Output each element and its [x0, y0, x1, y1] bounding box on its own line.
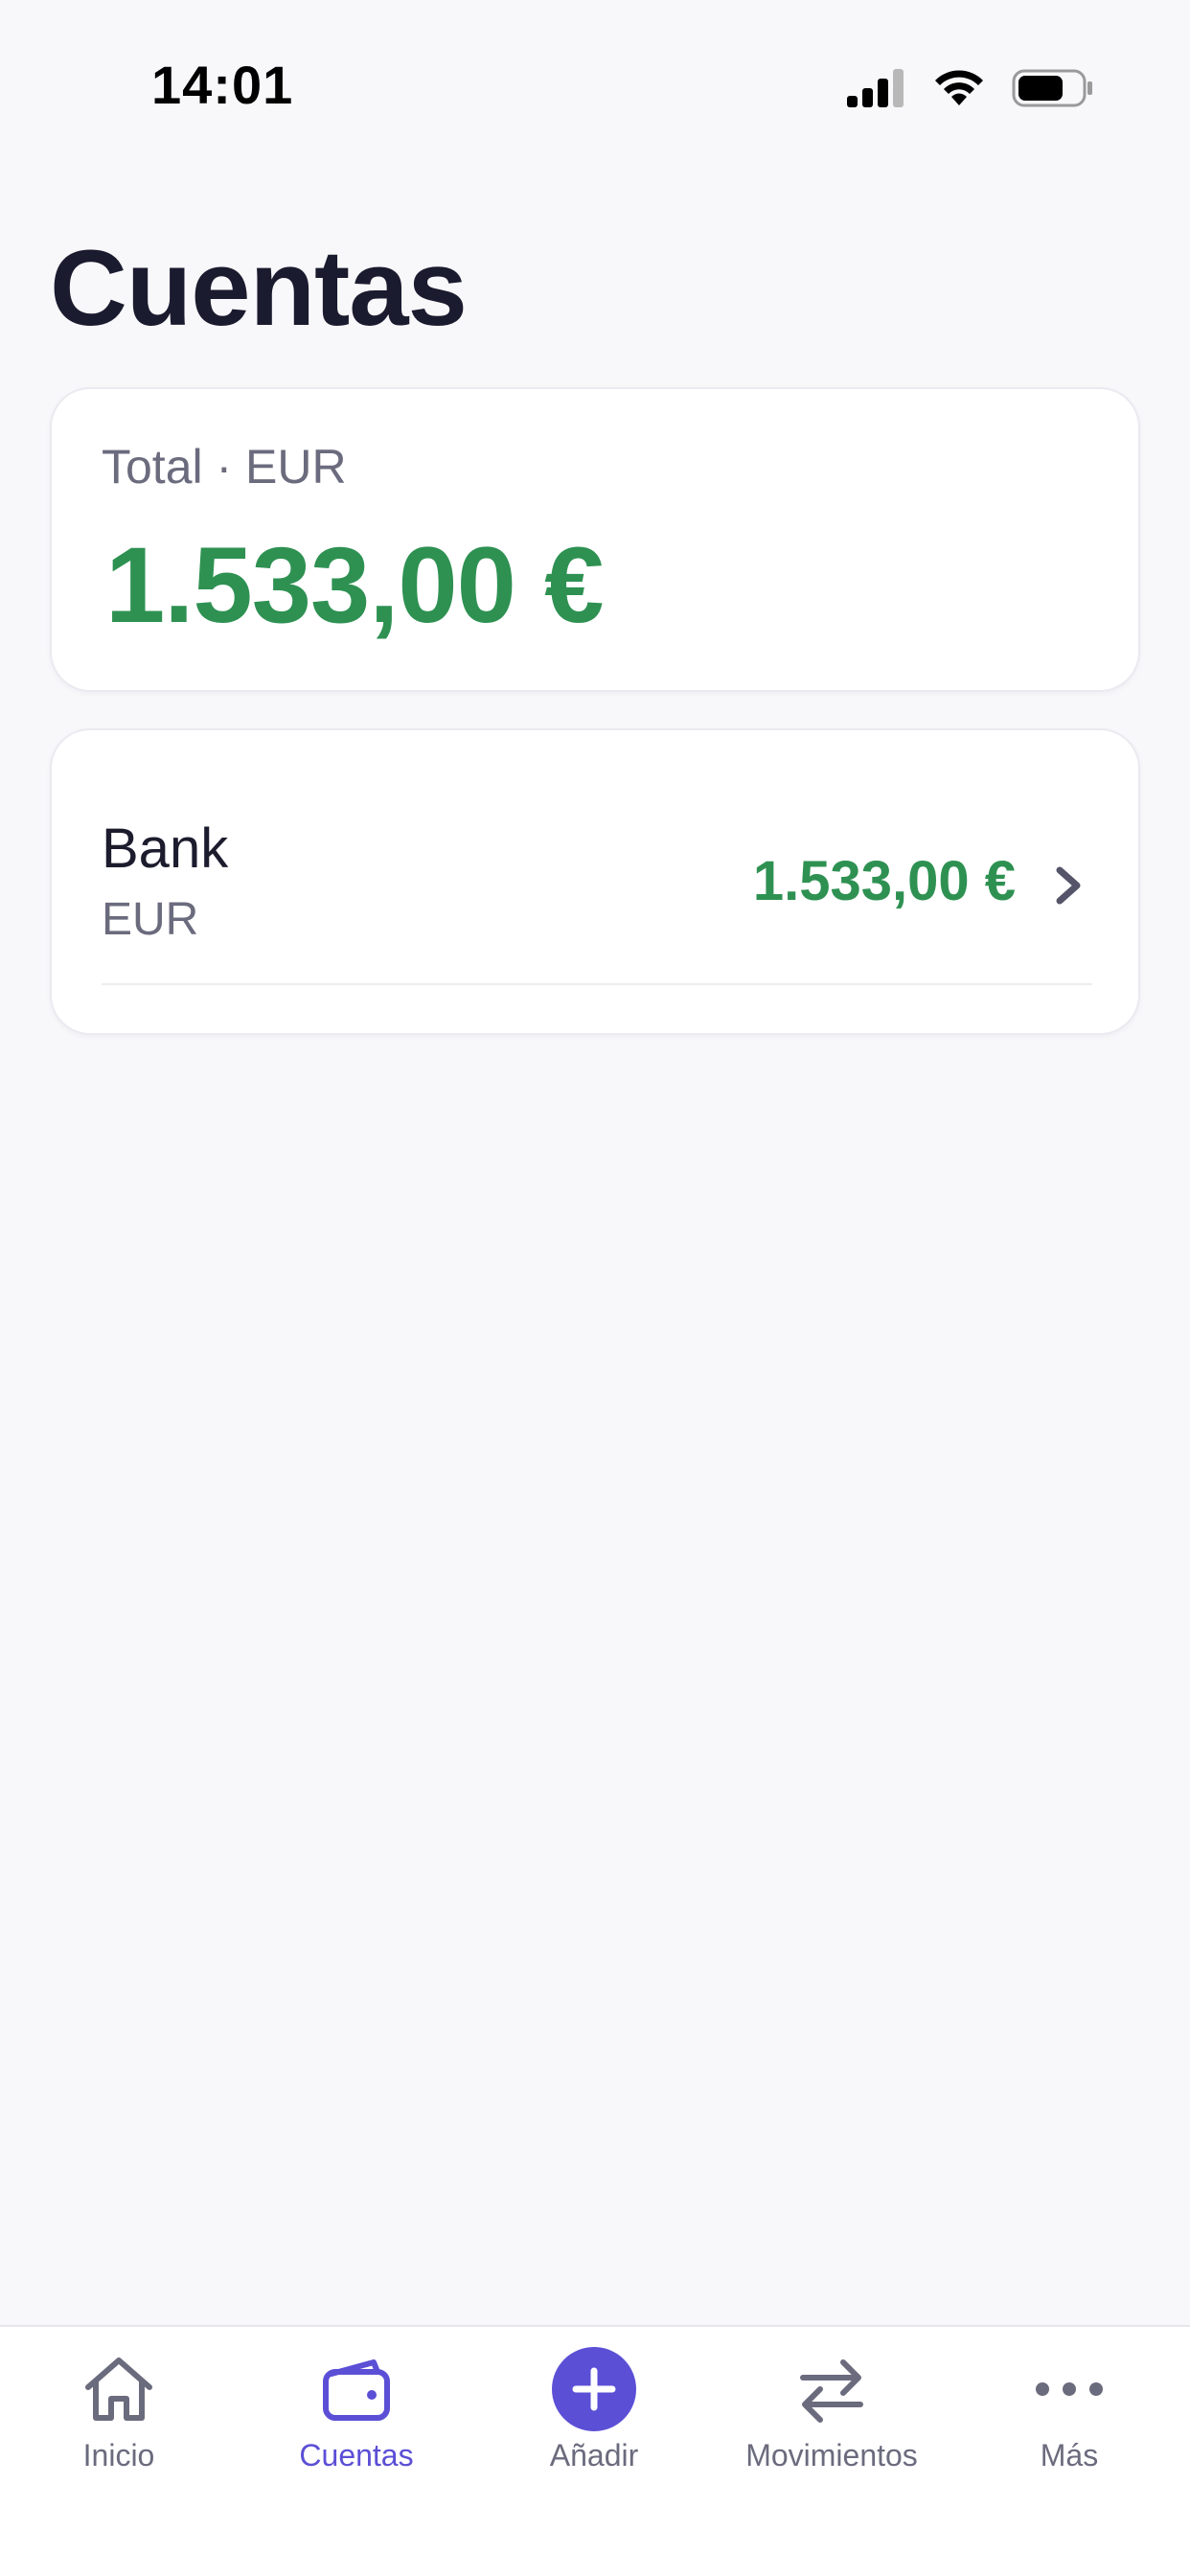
- accounts-screen: 14:01 Cuentas Total · EUR 1.533,00 € Ban…: [0, 0, 1190, 2576]
- tab-label: Cuentas: [299, 2438, 414, 2472]
- page-title: Cuentas: [50, 228, 468, 348]
- tab-label: Movimientos: [745, 2438, 918, 2472]
- status-icons: [845, 59, 1094, 117]
- tab-inicio[interactable]: Inicio: [0, 2346, 238, 2509]
- tab-label: Inicio: [82, 2438, 155, 2472]
- status-time: 14:01: [151, 55, 294, 115]
- tab-label: Más: [1040, 2438, 1099, 2472]
- account-currency: EUR: [102, 894, 199, 945]
- tab-label: Añadir: [549, 2438, 639, 2472]
- account-name: Bank: [102, 817, 229, 880]
- total-balance-card: Total · EUR 1.533,00 €: [50, 387, 1140, 692]
- total-value: 1.533,00 €: [105, 525, 604, 645]
- accounts-list-card: Bank EUR 1.533,00 €: [50, 728, 1140, 1035]
- swap-arrows-icon: [800, 2359, 863, 2423]
- more-dots-icon: [1036, 2382, 1103, 2396]
- tab-bar: Inicio Cuentas Añadir Movimientos Más: [0, 2325, 1190, 2576]
- plus-icon: [572, 2367, 616, 2411]
- add-button[interactable]: [552, 2347, 636, 2431]
- tab-movimientos[interactable]: Movimientos: [713, 2346, 950, 2509]
- tab-mas[interactable]: Más: [950, 2346, 1188, 2509]
- tab-anadir[interactable]: Añadir: [475, 2346, 713, 2509]
- cellular-signal-icon: [847, 69, 904, 107]
- wifi-icon: [935, 70, 983, 105]
- status-bar: 14:01: [0, 0, 1190, 172]
- tab-cuentas[interactable]: Cuentas: [238, 2346, 475, 2509]
- account-balance: 1.533,00 €: [752, 850, 1016, 912]
- home-icon: [85, 2358, 152, 2421]
- battery-icon: [1012, 69, 1092, 107]
- chevron-right-icon: [1056, 866, 1081, 905]
- account-row[interactable]: Bank EUR 1.533,00 €: [102, 730, 1092, 985]
- wallet-icon: [323, 2359, 390, 2421]
- total-label: Total · EUR: [102, 440, 347, 494]
